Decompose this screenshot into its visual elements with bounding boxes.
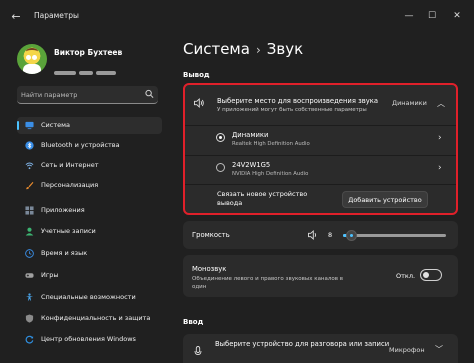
output-selector-value: Динамики [392, 99, 427, 107]
search-icon[interactable] [145, 89, 154, 99]
mono-audio-card: Монозвук Объединение левого и правого зв… [183, 255, 458, 297]
shield-icon [25, 314, 34, 323]
sidebar-item-label: Центр обновления Windows [41, 335, 136, 343]
search-box[interactable] [17, 86, 158, 104]
mono-audio-title: Монозвук [192, 265, 227, 273]
device-driver: NVIDIA High Definition Audio [232, 171, 309, 177]
device-radio-selected[interactable] [216, 133, 225, 142]
breadcrumb: Система › Звук [183, 40, 303, 58]
sidebar-item-system[interactable]: Система [17, 117, 162, 134]
output-device-expander: Выберите место для воспроизведения звука… [183, 83, 458, 215]
user-email-redacted [54, 60, 120, 75]
back-arrow-icon[interactable]: ← [8, 10, 24, 24]
avatar-shirt [23, 64, 41, 74]
chevron-down-icon[interactable]: ﹀ [435, 344, 443, 355]
avatar[interactable] [17, 44, 47, 74]
apps-icon [25, 206, 34, 215]
person-icon [25, 227, 34, 236]
input-selector-value: Микрофон [389, 346, 425, 354]
volume-slider-thumb[interactable] [346, 230, 358, 241]
connect-output-label: Связать новое устройство вывода [217, 190, 308, 207]
sidebar-item-windows-update[interactable]: Центр обновления Windows [17, 331, 162, 348]
app-title: Параметры [34, 11, 79, 20]
output-selector-subtitle: У приложений могут быть собственные пара… [217, 107, 367, 113]
sidebar-item-apps[interactable]: Приложения [17, 202, 162, 219]
device-name: 24V2W1G5 [232, 161, 271, 169]
input-selector-title: Выберите устройство для разговора или за… [215, 340, 390, 348]
microphone-icon [194, 346, 202, 355]
sidebar-item-label: Специальные возможности [41, 293, 136, 301]
toggle-knob [423, 272, 429, 278]
sidebar-item-gaming[interactable]: Игры [17, 267, 162, 284]
chevron-right-icon[interactable]: › [438, 133, 442, 143]
avatar-hair [26, 48, 38, 55]
sidebar-item-label: Система [41, 121, 71, 129]
monitor-icon [25, 121, 34, 130]
device-driver: Realtek High Definition Audio [232, 141, 310, 147]
sidebar-item-label: Конфиденциальность и защита [41, 314, 151, 322]
add-device-button[interactable]: Добавить устройство [342, 191, 428, 208]
sidebar-item-label: Игры [41, 271, 59, 279]
globe-clock-icon [25, 249, 34, 258]
volume-label: Громкость [192, 231, 230, 239]
title-bar: ← Параметры — ☐ ✕ [0, 0, 474, 32]
close-button[interactable]: ✕ [446, 8, 468, 24]
input-device-selector[interactable]: Выберите устройство для разговора или за… [183, 334, 458, 363]
brush-icon [26, 181, 34, 190]
accessibility-icon [25, 293, 34, 302]
sidebar-item-label: Учетные записи [41, 227, 96, 235]
sidebar-item-label: Время и язык [41, 249, 88, 257]
sidebar-item-privacy[interactable]: Конфиденциальность и защита [17, 310, 162, 327]
sidebar-item-accessibility[interactable]: Специальные возможности [17, 289, 162, 306]
minimize-button[interactable]: — [398, 8, 420, 24]
output-device-row[interactable]: Динамики Realtek High Definition Audio › [185, 126, 456, 155]
sidebar-item-label: Bluetooth и устройства [41, 141, 120, 149]
sidebar-item-label: Сеть и Интернет [41, 161, 99, 169]
sidebar-item-bluetooth[interactable]: Bluetooth и устройства [17, 137, 162, 154]
avatar-eye [32, 55, 37, 60]
device-name: Динамики [232, 131, 269, 139]
volume-value: 8 [328, 231, 333, 239]
wifi-icon [25, 162, 34, 170]
volume-icon[interactable] [307, 229, 319, 241]
sidebar-item-personalization[interactable]: Персонализация [17, 177, 162, 194]
settings-window: ← Параметры — ☐ ✕ Виктор Бухтеев Система… [0, 0, 474, 363]
update-icon [25, 335, 34, 344]
volume-card: Громкость 8 [183, 221, 458, 249]
chevron-right-icon[interactable]: › [438, 163, 442, 173]
maximize-button[interactable]: ☐ [421, 8, 443, 24]
chevron-up-icon[interactable]: ︿ [437, 98, 445, 109]
sidebar-item-network[interactable]: Сеть и Интернет [17, 157, 162, 174]
avatar-eye [26, 55, 31, 60]
page-title: Звук [266, 40, 304, 58]
sidebar-item-label: Персонализация [41, 181, 99, 189]
speaker-icon [194, 97, 204, 109]
gamepad-icon [25, 273, 34, 278]
connect-output-row: Связать новое устройство вывода Добавить… [185, 185, 456, 215]
volume-slider[interactable] [343, 230, 446, 241]
output-device-row[interactable]: 24V2W1G5 NVIDIA High Definition Audio › [185, 156, 456, 185]
bluetooth-icon [25, 141, 34, 150]
breadcrumb-parent[interactable]: Система [183, 40, 250, 58]
mono-audio-state: Откл. [396, 272, 416, 280]
search-input[interactable] [21, 88, 139, 101]
input-section-label: Ввод [183, 318, 204, 326]
sidebar-item-accounts[interactable]: Учетные записи [17, 223, 162, 240]
output-selector-title: Выберите место для воспроизведения звука [217, 97, 378, 105]
mono-audio-description: Объединение левого и правого звуковых ка… [192, 276, 344, 290]
breadcrumb-separator: › [255, 43, 261, 57]
sidebar-item-time-language[interactable]: Время и язык [17, 245, 162, 262]
device-radio[interactable] [216, 163, 225, 172]
sidebar-item-label: Приложения [41, 206, 85, 214]
active-indicator [17, 121, 19, 130]
output-section-label: Вывод [183, 71, 210, 79]
output-device-selector[interactable]: Выберите место для воспроизведения звука… [185, 85, 456, 125]
mono-audio-toggle[interactable] [420, 269, 442, 281]
user-name: Виктор Бухтеев [54, 48, 123, 57]
